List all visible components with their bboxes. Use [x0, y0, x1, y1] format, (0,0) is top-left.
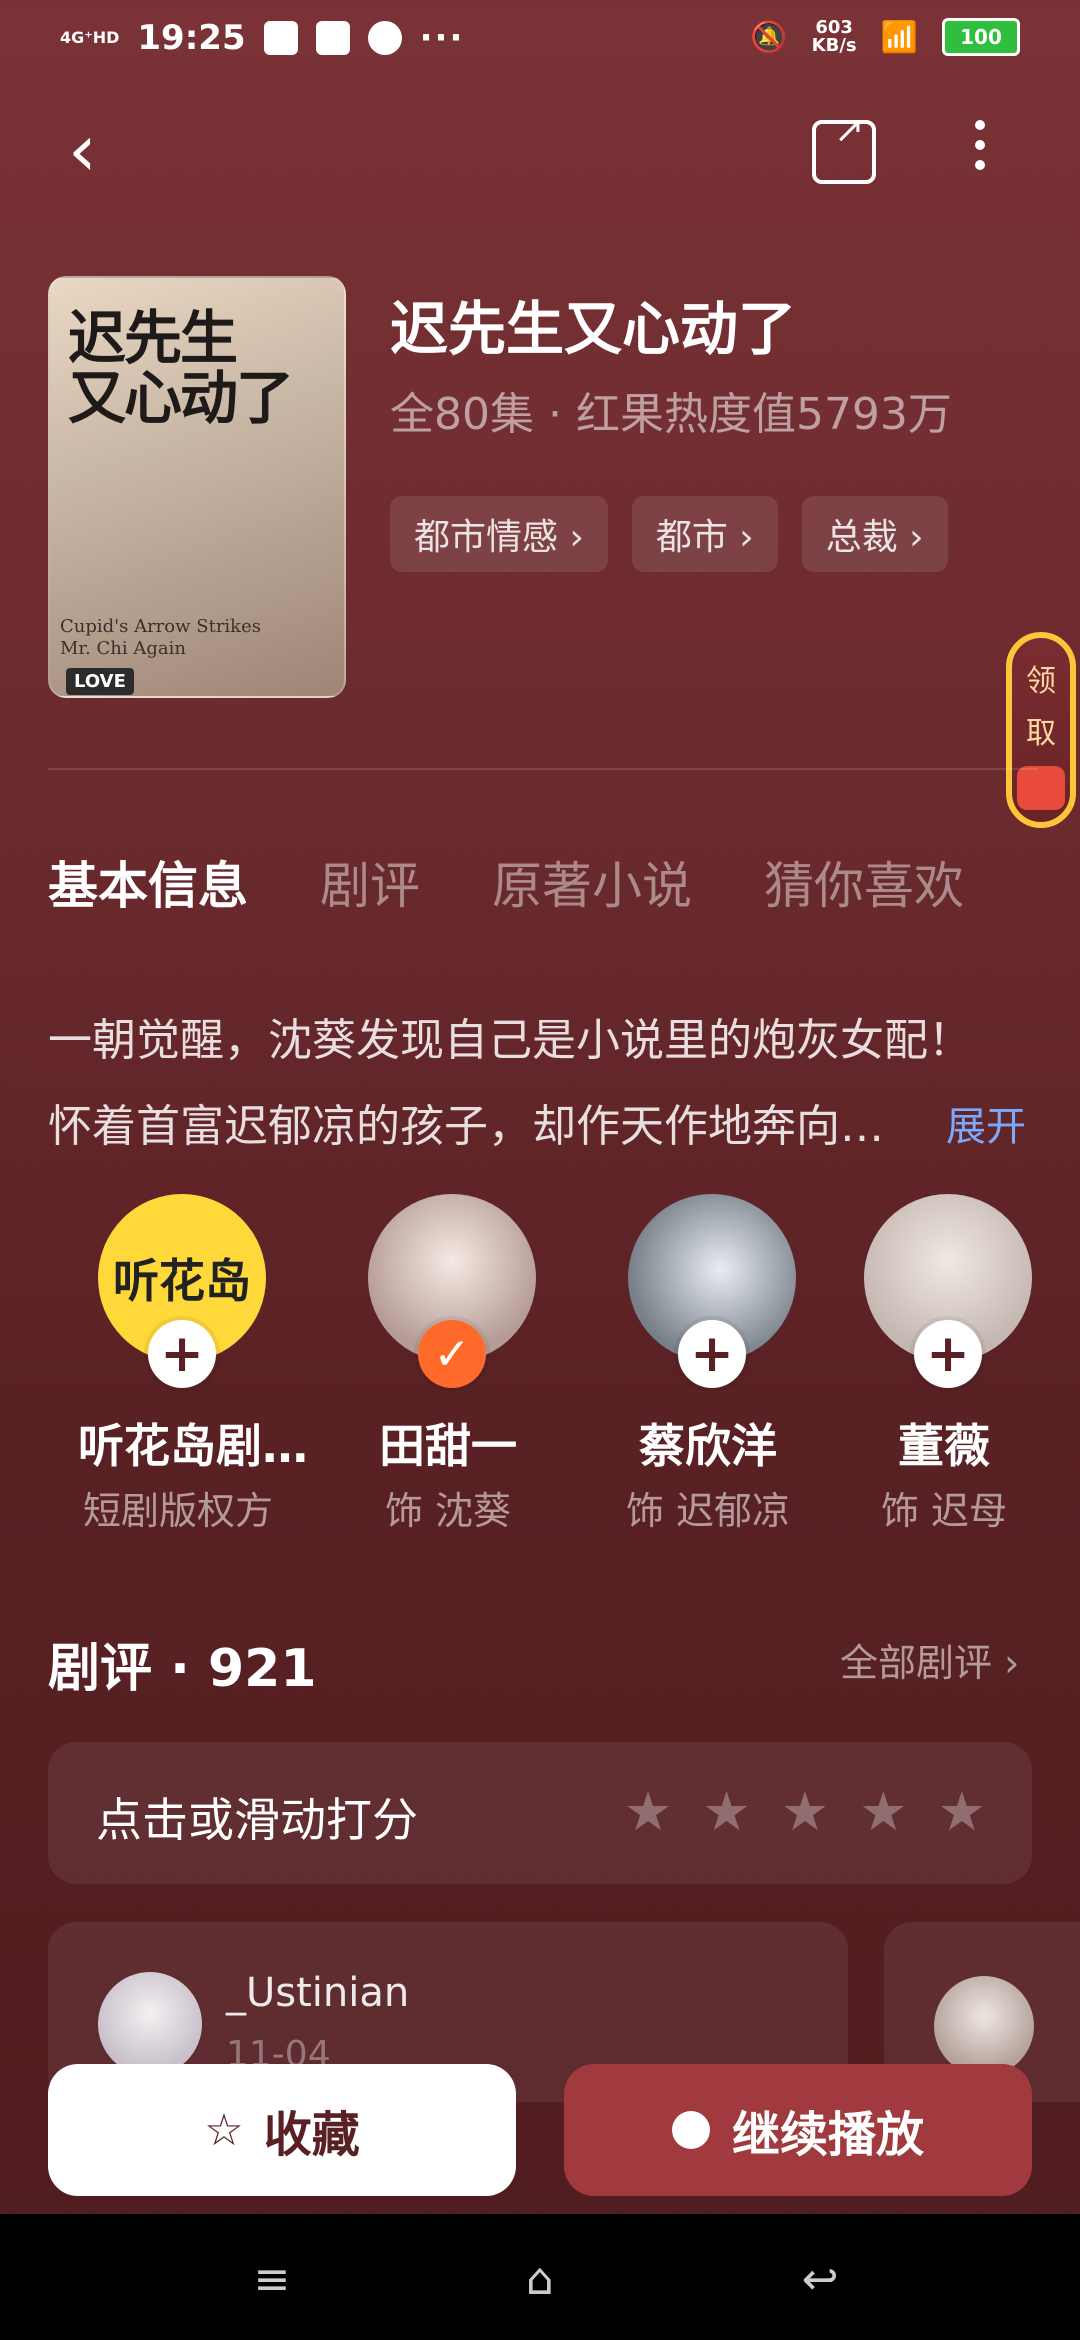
tag-urban-romance[interactable]: 都市情感 ›: [390, 496, 608, 572]
cast-list: 听花岛 + 听花岛剧… 短剧版权方 ✓ 田甜一 饰 沈葵 + 蔡欣洋 饰 迟郁凉…: [48, 1188, 1048, 1548]
cast-role: 饰 迟母: [880, 1489, 1008, 1533]
tag-ceo[interactable]: 总裁 ›: [801, 496, 948, 572]
cast-name: 听花岛剧…: [78, 1419, 308, 1473]
mute-icon: 🔕: [750, 19, 788, 55]
tab-reviews[interactable]: 剧评: [320, 846, 420, 918]
poster-en-line2: Mr. Chi Again: [60, 638, 186, 659]
all-reviews-link[interactable]: 全部剧评 ›: [840, 1632, 1019, 1687]
cast-item[interactable]: 听花岛 + 听花岛剧… 短剧版权方: [78, 1188, 308, 1548]
reviewer-avatar: [934, 1976, 1034, 2076]
speed-unit: KB/s: [811, 35, 857, 56]
follow-button[interactable]: +: [148, 1320, 216, 1388]
battery-level: 100: [960, 25, 1002, 49]
system-navigation-bar: ≡ ⌂ ↩: [0, 2214, 1080, 2340]
cast-name: 田甜一: [379, 1419, 517, 1473]
synopsis-line1: 一朝觉醒，沈葵发现自己是小说里的炮灰女配！: [48, 1015, 972, 1066]
claim-line2: 取: [1026, 716, 1056, 751]
tab-original-novel[interactable]: 原著小说: [492, 846, 692, 918]
rating-box[interactable]: 点击或滑动打分 ★ ★ ★ ★ ★: [48, 1742, 1032, 1884]
star-icon[interactable]: ★: [859, 1780, 907, 1843]
network-indicator: 4G⁺HD: [60, 28, 120, 47]
cast-name: 蔡欣洋: [639, 1419, 777, 1473]
tag-list: 都市情感 › 都市 › 总裁 ›: [390, 496, 948, 572]
share-icon[interactable]: [812, 110, 876, 184]
network-speed: 603 KB/s: [812, 19, 857, 55]
claim-line1: 领: [1026, 664, 1056, 699]
follow-button[interactable]: +: [914, 1320, 982, 1388]
poster-title-line2: 又心动了: [68, 364, 294, 432]
cast-role: 饰 迟郁凉: [625, 1489, 791, 1533]
reviews-title: 剧评 · 921: [48, 1639, 317, 1699]
followed-check-icon[interactable]: ✓: [418, 1320, 486, 1388]
cast-role: 短剧版权方: [82, 1489, 273, 1533]
star-icon[interactable]: ★: [624, 1780, 672, 1843]
divider: [48, 768, 1038, 770]
star-icon[interactable]: ★: [702, 1780, 750, 1843]
rating-stars[interactable]: ★ ★ ★ ★ ★: [624, 1780, 986, 1843]
cast-name: 董薇: [898, 1419, 990, 1473]
music-icon: [315, 21, 350, 55]
battery-icon: 100: [942, 18, 1020, 56]
synopsis-line2: 怀着首富迟郁凉的孩子，却作天作地奔向…: [48, 1101, 884, 1152]
star-icon[interactable]: ★: [938, 1780, 986, 1843]
clock: 19:25: [137, 18, 246, 58]
star-outline-icon: ☆: [204, 2104, 244, 2156]
tab-recommendations[interactable]: 猜你喜欢: [764, 846, 964, 918]
status-left: 4G⁺HD 19:25 ···: [60, 18, 464, 58]
show-meta: 全80集 · 红果热度值5793万: [390, 389, 952, 440]
cast-item[interactable]: + 董薇 饰 迟母: [844, 1188, 1044, 1548]
continue-play-label: 继续播放: [731, 2107, 924, 2163]
star-icon[interactable]: ★: [781, 1780, 829, 1843]
tab-basic-info[interactable]: 基本信息: [48, 846, 248, 918]
follow-button[interactable]: +: [678, 1320, 746, 1388]
red-envelope-icon: [1017, 766, 1065, 810]
notification-icon: [263, 21, 298, 55]
tab-bar: 基本信息 剧评 原著小说 猜你喜欢: [48, 846, 964, 918]
status-bar: 4G⁺HD 19:25 ··· 🔕 603 KB/s 📶 100: [0, 0, 1080, 84]
cast-role: 饰 沈葵: [384, 1489, 512, 1533]
more-notifications-icon: ···: [419, 18, 465, 58]
poster-english-title: Cupid's Arrow Strikes Mr. Chi Again: [60, 616, 261, 660]
menu-icon[interactable]: ≡: [242, 2254, 302, 2305]
poster-title: 迟先生 又心动了: [68, 304, 294, 432]
reviewer-avatar: [98, 1972, 202, 2076]
more-options-icon[interactable]: [970, 110, 990, 190]
home-icon[interactable]: ⌂: [510, 2254, 570, 2305]
show-title: 迟先生又心动了: [390, 295, 797, 363]
back-button[interactable]: ‹: [68, 110, 128, 190]
favorite-button[interactable]: ☆ 收藏: [48, 2064, 516, 2196]
status-right: 🔕 603 KB/s 📶 100: [750, 18, 1020, 56]
back-nav-icon[interactable]: ↩: [790, 2254, 850, 2305]
studio-logo-text: 听花岛: [113, 1254, 251, 1308]
continue-play-button[interactable]: 继续播放: [564, 2064, 1032, 2196]
favorite-label: 收藏: [263, 2107, 360, 2163]
cast-item[interactable]: ✓ 田甜一 饰 沈葵: [348, 1188, 548, 1548]
poster-love: LOVE: [66, 668, 134, 695]
poster-en-line1: Cupid's Arrow Strikes: [60, 616, 261, 637]
poster-title-line1: 迟先生: [68, 304, 238, 372]
rating-prompt: 点击或滑动打分: [96, 1793, 418, 1847]
cast-item[interactable]: + 蔡欣洋 饰 迟郁凉: [608, 1188, 808, 1548]
claim-reward-tab[interactable]: 领 取: [1006, 632, 1076, 828]
expand-link[interactable]: 展开: [946, 1094, 1026, 1152]
wifi-icon: 📶: [880, 19, 918, 55]
tag-urban[interactable]: 都市 ›: [631, 496, 778, 572]
poster-image[interactable]: 迟先生 又心动了 Cupid's Arrow Strikes Mr. Chi A…: [48, 276, 346, 698]
reviewer-name: _Ustinian: [226, 1970, 410, 2016]
play-icon: [671, 2111, 710, 2149]
app-icon: [367, 21, 402, 55]
